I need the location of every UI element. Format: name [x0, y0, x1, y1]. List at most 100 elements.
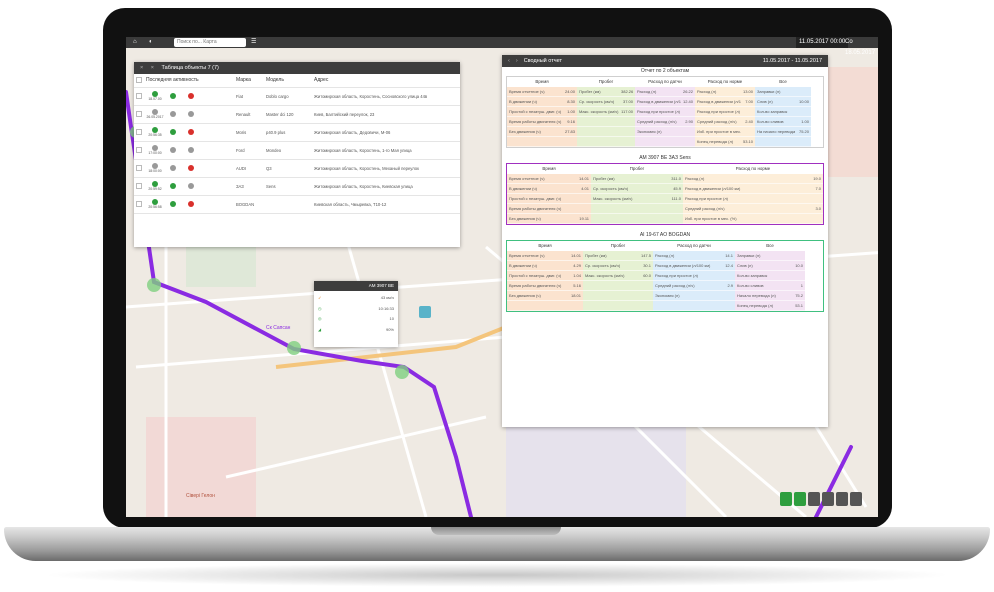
table-row[interactable]: 18.07.00 Fiat Doblo cargo Житомирская облас… [134, 87, 460, 106]
date-to[interactable]: Со 18.05.2017 [842, 37, 878, 56]
alert-icon [188, 147, 194, 153]
report-cell: Расход при простое (л) [695, 107, 741, 117]
date-from[interactable]: 11.05.2017 00:00 [796, 37, 849, 48]
collapse-icon[interactable]: × [151, 65, 154, 71]
next-icon[interactable]: › [516, 58, 518, 64]
row-checkbox[interactable] [136, 201, 142, 207]
report-cell [789, 251, 805, 261]
report-title: Сводный отчет [523, 58, 562, 64]
report-cell: Ср. скорость (км/ч) [591, 184, 665, 194]
col-header-brand[interactable]: Марка [234, 74, 264, 88]
speed-icon: ➶ [318, 295, 322, 300]
vehicle-popup[interactable]: AM 3907 BE ➶ 43 км/ч ◷ 10:16:33 ◎ 10 ◢ 90% [314, 281, 398, 347]
laptop-notch [431, 527, 561, 535]
table-row[interactable]: 17:00:00 Ford Mondeo Житомирская область, К… [134, 141, 460, 160]
report-cell: 3.0 [803, 204, 823, 214]
report-cell: 18.01 [567, 291, 583, 301]
row-model: Master dci 120 [264, 105, 312, 124]
report-cell: Пробег (км) [577, 87, 619, 97]
row-checkbox[interactable] [136, 129, 142, 135]
report-header: ‹ › Сводный отчет 11.05.2017 - 11.05.2017 [502, 55, 828, 67]
col-header-model[interactable]: Модель [264, 74, 312, 88]
report-cell: Кол-во сливов [735, 281, 789, 291]
row-model: Q3 [264, 159, 312, 178]
report-col-header: Расход по датчи [653, 241, 735, 251]
report-cell: 14.1 [719, 251, 735, 261]
report-cell: Конец перевода (л) [695, 137, 741, 147]
report-cell: Макс. скорость (км/ч) [583, 271, 637, 281]
laptop-shadow [40, 563, 954, 587]
report-cell: 37.00 [619, 97, 635, 107]
report-cell: 1.00 [563, 107, 577, 117]
report-cell [637, 281, 653, 291]
report-cell [795, 107, 811, 117]
report-cell: 147.5 [637, 251, 653, 261]
vehicle-value1: 10 [389, 316, 394, 321]
report-cell: 10.0 [789, 261, 805, 271]
report-cell [577, 127, 619, 137]
row-address: Житомирская область, Коростень, Механый … [312, 159, 460, 178]
report-cell: Начало перевода (л) [735, 291, 789, 301]
report-cell: Расход при простое (л) [683, 194, 803, 204]
report-cell: 7.00 [741, 97, 755, 107]
report-cell: Изб. при простое в мес. (%) [695, 127, 741, 137]
signal-icon: ◢ [318, 326, 322, 332]
row-time: 20:56:58 [148, 205, 162, 209]
tool-button-6[interactable] [850, 492, 862, 506]
table-row[interactable]: 20:56:35 Moris p40.9 plus Житомирская облас… [134, 123, 460, 142]
report-cell: 12.40 [681, 97, 695, 107]
report-dates: 11.05.2017 - 11.05.2017 [762, 58, 822, 64]
section1-box: Время Пробег Расход по датчи Расход по норм… [506, 76, 824, 148]
report-col-header: Время [507, 241, 583, 251]
layers-icon[interactable]: ◐ [146, 37, 156, 48]
col-header-address[interactable]: Адрес [312, 74, 460, 88]
table-row[interactable]: 26.05.2017 Renault Master dci 120 Киев, Бал… [134, 105, 460, 124]
report-cell [619, 127, 635, 137]
tool-button-4[interactable] [822, 492, 834, 506]
table-row[interactable]: 20:59:52 ЗАЗ Sens Житомирская область, Коро… [134, 177, 460, 196]
row-checkbox[interactable] [136, 93, 142, 99]
row-checkbox[interactable] [136, 165, 142, 171]
search-input[interactable]: Поиск по... Карта [174, 38, 246, 47]
tool-button-1[interactable] [780, 492, 792, 506]
close-icon[interactable]: × [140, 65, 143, 71]
tool-button-2[interactable] [794, 492, 806, 506]
report-cell: Простой с незатуш. двиг. (ч) [507, 194, 573, 204]
report-cell: 53.1 [789, 301, 805, 311]
report-cell: Простой с незатуш. двиг. (ч) [507, 107, 563, 117]
tool-button-3[interactable] [808, 492, 820, 506]
menu-icon[interactable]: ☰ [248, 37, 259, 48]
home-icon[interactable]: ⌂ [130, 37, 140, 48]
clock-icon: ◷ [318, 305, 322, 311]
report-cell: Пробег (км) [591, 174, 665, 184]
table-row[interactable]: 20:56:58 BOGDAN Киевская область, Чмыревка… [134, 195, 460, 214]
row-checkbox[interactable] [136, 147, 142, 153]
report-cell: 117.00 [619, 107, 635, 117]
row-model: p40.9 plus [264, 123, 312, 142]
report-cell: Расход (л) [695, 87, 741, 97]
report-cell: Средний расход (л/ч) [635, 117, 681, 127]
report-cell: На начало перевода (л) [755, 127, 795, 137]
tool-button-5[interactable] [836, 492, 848, 506]
objects-panel-title: Таблица объекты 7 (7) [161, 65, 219, 71]
report-col-header: Время [507, 77, 577, 87]
report-cell: 2.90 [681, 117, 695, 127]
report-cell: 5.16 [567, 281, 583, 291]
report-cell: Средний расход (л/ч) [695, 117, 741, 127]
gps-icon [170, 147, 176, 153]
prev-icon[interactable]: ‹ [508, 58, 510, 64]
report-cell: Ср. скорость (км/ч) [583, 261, 637, 271]
report-cell: В движении (ч) [507, 97, 563, 107]
report-cell [591, 204, 665, 214]
row-brand: AUDI [234, 159, 264, 178]
alert-icon [188, 165, 194, 171]
row-time: 20:59:52 [148, 187, 162, 191]
report-cell: Экономия (л) [653, 291, 719, 301]
report-cell [637, 291, 653, 301]
row-checkbox[interactable] [136, 111, 142, 117]
row-checkbox[interactable] [136, 183, 142, 189]
table-row[interactable]: 18:00:00 AUDI Q3 Житомирская область, Корос… [134, 159, 460, 178]
col-header-activity[interactable]: Последняя активность [144, 74, 234, 88]
select-all-checkbox[interactable] [136, 77, 142, 84]
summary-report-panel: ‹ › Сводный отчет 11.05.2017 - 11.05.2017 … [502, 55, 828, 427]
